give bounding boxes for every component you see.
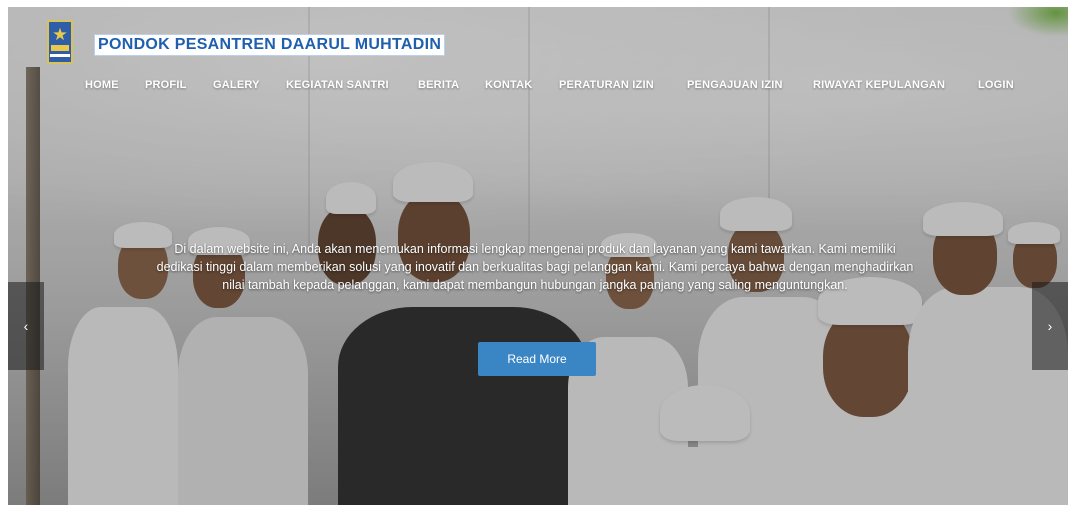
read-more-button[interactable]: Read More — [478, 342, 596, 376]
main-nav: HOME PROFIL GALERY KEGIATAN SANTRI BERIT… — [85, 79, 1023, 91]
nav-item-profil[interactable]: PROFIL — [145, 79, 213, 91]
nav-item-pengajuan-izin[interactable]: PENGAJUAN IZIN — [687, 79, 813, 91]
nav-item-galery[interactable]: GALERY — [213, 79, 286, 91]
chevron-right-icon: › — [1047, 318, 1053, 334]
pesantren-logo-icon[interactable] — [47, 20, 73, 64]
nav-item-kontak[interactable]: KONTAK — [485, 79, 559, 91]
nav-item-login[interactable]: LOGIN — [978, 79, 1023, 91]
nav-item-berita[interactable]: BERITA — [418, 79, 485, 91]
carousel-prev-button[interactable]: ‹ — [8, 282, 44, 370]
nav-item-home[interactable]: HOME — [85, 79, 145, 91]
carousel-next-button[interactable]: › — [1032, 282, 1068, 370]
nav-item-peraturan-izin[interactable]: PERATURAN IZIN — [559, 79, 687, 91]
site-title[interactable]: PONDOK PESANTREN DAARUL MUHTADIN — [94, 34, 446, 56]
chevron-left-icon: ‹ — [23, 318, 29, 334]
hero-caption: Di dalam website ini, Anda akan menemuka… — [156, 242, 914, 292]
nav-item-riwayat-kepulangan[interactable]: RIWAYAT KEPULANGAN — [813, 79, 978, 91]
nav-item-kegiatan-santri[interactable]: KEGIATAN SANTRI — [286, 79, 418, 91]
